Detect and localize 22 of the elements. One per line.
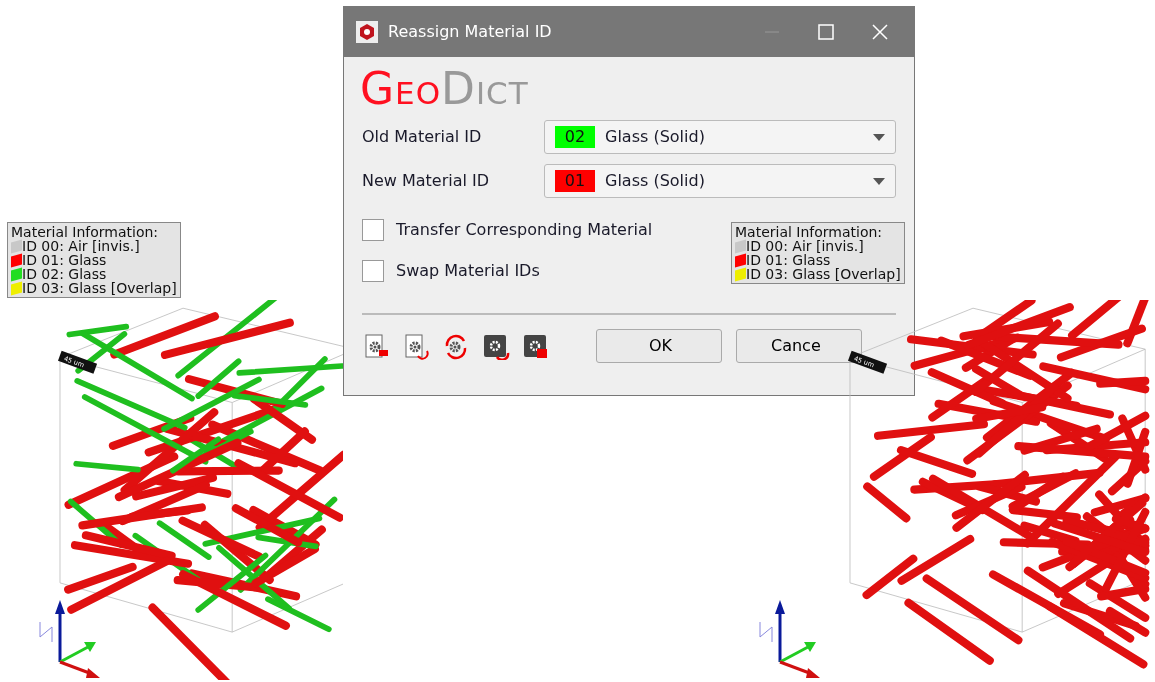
material-id-swatch: 02 bbox=[555, 126, 595, 148]
material-id-swatch: 01 bbox=[555, 170, 595, 192]
dropdown-value: Glass (Solid) bbox=[605, 170, 706, 192]
legend-item: ID 02: Glass bbox=[22, 267, 107, 281]
material-dropdown[interactable]: 02 Glass (Solid) bbox=[544, 120, 896, 154]
material-dropdown[interactable]: 01 Glass (Solid) bbox=[544, 164, 896, 198]
checkbox-label: Transfer Corresponding Material bbox=[396, 218, 653, 241]
checkbox-label: Swap Material IDs bbox=[396, 259, 540, 282]
legend-item: ID 01: Glass bbox=[22, 253, 107, 267]
legend-item: ID 00: Air [invis.] bbox=[746, 239, 864, 253]
legend-item: ID 01: Glass bbox=[746, 253, 831, 267]
legend-item: ID 00: Air [invis.] bbox=[22, 239, 140, 253]
legend-item: ID 03: Glass [Overlap] bbox=[746, 267, 901, 281]
field-label: Old Material ID bbox=[362, 126, 483, 148]
legend-item: ID 03: Glass [Overlap] bbox=[22, 281, 177, 295]
field-label: New Material ID bbox=[362, 170, 491, 192]
legend-title: Material Information: bbox=[735, 225, 884, 239]
logo: GeoDict bbox=[359, 62, 530, 115]
window-title: Reassign Material ID bbox=[388, 21, 553, 43]
ok-button[interactable]: OK bbox=[596, 329, 722, 363]
dropdown-value: Glass (Solid) bbox=[605, 126, 706, 148]
legend-title: Material Information: bbox=[11, 225, 160, 239]
